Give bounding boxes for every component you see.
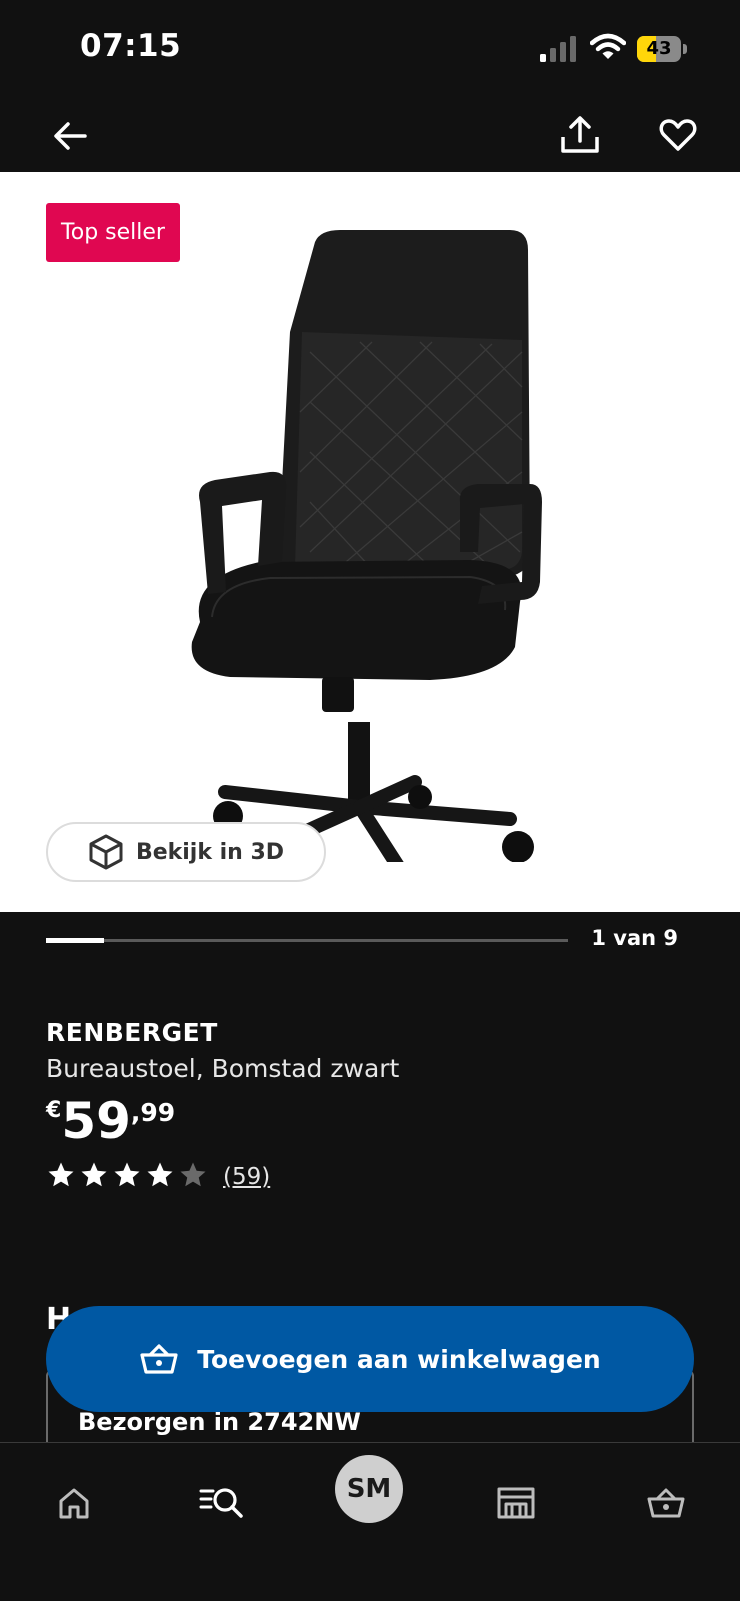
review-count[interactable]: (59) xyxy=(223,1164,270,1190)
product-image xyxy=(191,230,542,862)
star-filled-icon xyxy=(147,1162,173,1187)
add-to-cart-label: Toevoegen aan winkelwagen xyxy=(197,1344,601,1374)
basket-icon xyxy=(140,1344,178,1374)
product-description: Bureaustoel, Bomstad zwart xyxy=(46,1054,400,1083)
status-bar: 07:15 43 xyxy=(0,0,740,100)
favorite-button[interactable] xyxy=(652,110,704,160)
home-icon xyxy=(59,1488,89,1519)
price-decimal: ,99 xyxy=(130,1098,176,1127)
add-to-cart-button[interactable]: Toevoegen aan winkelwagen xyxy=(46,1306,694,1412)
tab-store[interactable] xyxy=(486,1473,546,1533)
star-filled-icon xyxy=(81,1162,107,1187)
image-counter: 1 van 9 xyxy=(591,926,678,950)
view-in-3d-button[interactable]: Bekijk in 3D xyxy=(46,822,326,882)
product-image-gallery[interactable]: Top seller Bekijk in 3D xyxy=(0,172,740,912)
battery-level: 43 xyxy=(646,38,672,59)
arrow-left-icon xyxy=(54,122,87,150)
view-in-3d-label: Bekijk in 3D xyxy=(135,839,285,865)
search-list-icon xyxy=(199,1488,243,1518)
cube-icon xyxy=(89,834,123,870)
heart-outline-icon xyxy=(659,119,697,151)
tab-home[interactable] xyxy=(44,1473,104,1533)
tab-cart[interactable] xyxy=(636,1473,696,1533)
product-price: € 59 ,99 xyxy=(46,1092,175,1150)
signal-icon xyxy=(540,36,576,62)
gallery-progress-track xyxy=(46,938,568,943)
wifi-icon xyxy=(590,33,626,59)
star-filled-icon xyxy=(48,1162,74,1187)
nav-header xyxy=(0,100,740,172)
star-empty-icon xyxy=(180,1162,206,1187)
share-icon xyxy=(561,116,599,153)
basket-icon xyxy=(647,1488,685,1518)
product-rating[interactable]: (59) xyxy=(46,1160,270,1194)
price-integer: 59 xyxy=(61,1092,131,1150)
tab-search[interactable] xyxy=(192,1473,252,1533)
bottom-tab-bar: SM xyxy=(0,1442,740,1601)
delivery-text: Bezorgen in 2742NW xyxy=(78,1408,361,1436)
top-seller-badge: Top seller xyxy=(46,203,180,262)
tab-profile-avatar[interactable]: SM xyxy=(335,1455,403,1523)
gallery-progress-fill xyxy=(46,938,104,943)
battery-indicator: 43 xyxy=(637,36,687,62)
star-filled-icon xyxy=(114,1162,140,1187)
share-button[interactable] xyxy=(552,108,608,162)
product-name: RENBERGET xyxy=(46,1018,218,1047)
store-icon xyxy=(497,1487,535,1519)
price-currency: € xyxy=(46,1098,62,1123)
back-button[interactable] xyxy=(44,112,96,160)
status-time: 07:15 xyxy=(80,28,182,64)
rating-stars xyxy=(46,1160,211,1194)
